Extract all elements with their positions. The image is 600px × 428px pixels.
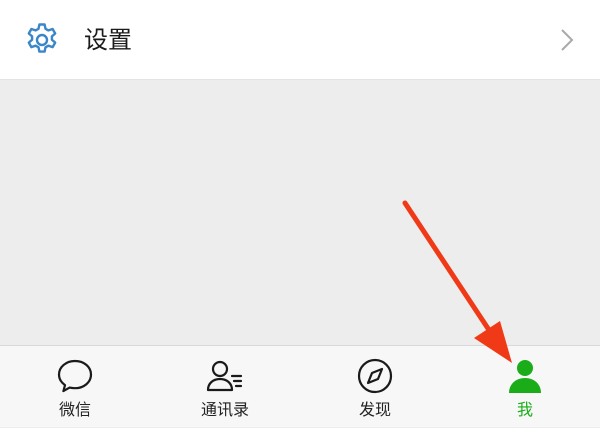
arrow-shaft bbox=[402, 200, 492, 333]
settings-row[interactable]: 设置 bbox=[0, 0, 600, 80]
contacts-icon bbox=[206, 360, 243, 392]
tab-discover[interactable]: 发现 bbox=[300, 346, 450, 428]
settings-label: 设置 bbox=[84, 26, 132, 54]
tab-contacts[interactable]: 通讯录 bbox=[150, 346, 300, 428]
tab-bar: 微信 通讯录 发现 我 bbox=[0, 345, 600, 427]
chevron-right-icon bbox=[561, 29, 574, 51]
chat-bubble-icon bbox=[57, 359, 93, 393]
compass-icon bbox=[357, 358, 393, 394]
tab-me-label: 我 bbox=[516, 400, 533, 419]
tab-contacts-label: 通讯录 bbox=[200, 400, 249, 419]
tab-chats-label: 微信 bbox=[58, 400, 91, 419]
tab-discover-label: 发现 bbox=[358, 400, 391, 419]
tab-me[interactable]: 我 bbox=[450, 346, 600, 428]
person-icon bbox=[509, 360, 541, 393]
gear-icon bbox=[27, 23, 57, 53]
tab-chats[interactable]: 微信 bbox=[0, 346, 150, 428]
